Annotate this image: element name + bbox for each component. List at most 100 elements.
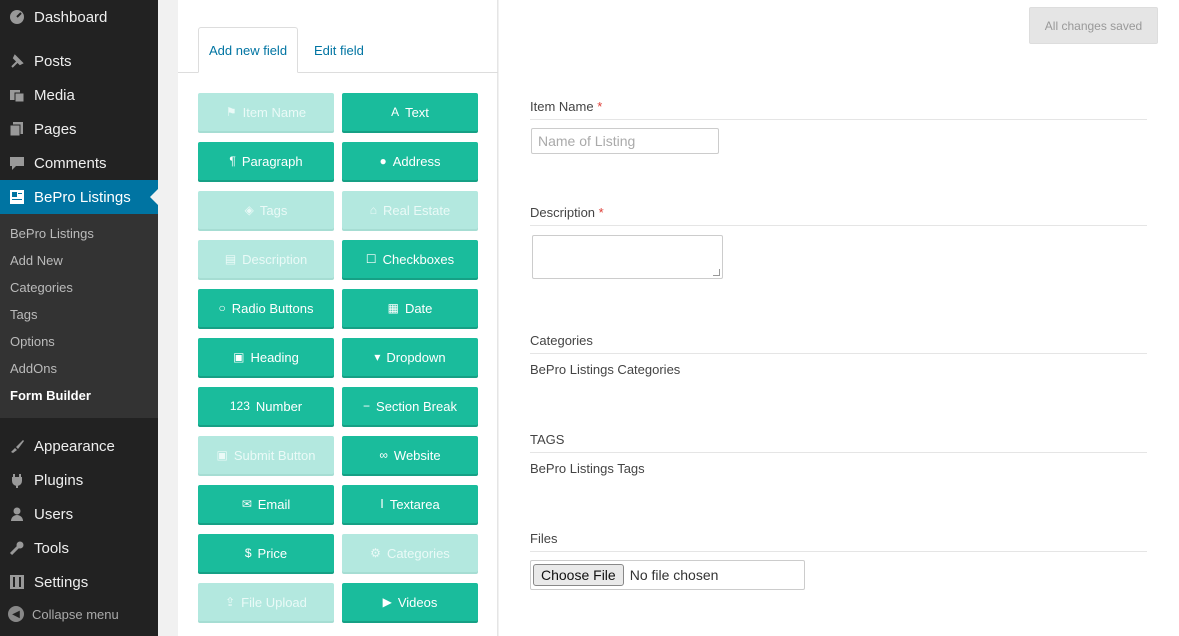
font-icon: A bbox=[391, 105, 400, 119]
field-button-radio-buttons[interactable]: ○ Radio Buttons bbox=[198, 289, 334, 327]
map-marker-icon: ● bbox=[379, 154, 387, 168]
description-textarea[interactable] bbox=[532, 235, 723, 279]
menu-users[interactable]: Users bbox=[0, 497, 158, 531]
collapse-menu[interactable]: ◀ Collapse menu bbox=[8, 606, 119, 622]
menu-media[interactable]: Media bbox=[0, 78, 158, 112]
categories-label: Categories bbox=[530, 333, 593, 348]
submenu-bepro-listings[interactable]: BePro Listings bbox=[10, 226, 94, 241]
book-icon: ▤ bbox=[224, 252, 237, 266]
envelope-icon: ✉ bbox=[241, 497, 252, 511]
submenu-addons[interactable]: AddOns bbox=[10, 361, 57, 376]
dollar-icon: $ bbox=[244, 546, 252, 560]
choose-file-button[interactable]: Choose File bbox=[533, 564, 624, 586]
field-button-submit-button[interactable]: ▣ Submit Button bbox=[198, 436, 334, 474]
media-icon bbox=[8, 86, 26, 104]
no-file-text: No file chosen bbox=[629, 567, 719, 583]
settings-icon bbox=[8, 573, 26, 591]
menu-label: Plugins bbox=[34, 471, 84, 489]
tab-edit-field[interactable]: Edit field bbox=[304, 27, 374, 73]
save-icon: ▣ bbox=[216, 448, 228, 462]
item-name-label-text: Item Name bbox=[530, 99, 594, 114]
submenu-form-builder[interactable]: Form Builder bbox=[10, 388, 91, 403]
field-button-section-break[interactable]: − Section Break bbox=[342, 387, 478, 425]
item-name-placeholder: Name of Listing bbox=[538, 133, 636, 149]
item-name-input[interactable]: Name of Listing bbox=[531, 128, 719, 154]
file-input: Choose File No file chosen bbox=[530, 560, 805, 590]
submenu-options[interactable]: Options bbox=[10, 334, 55, 349]
dashboard-icon bbox=[8, 8, 26, 26]
field-button-label: Real Estate bbox=[383, 202, 451, 218]
field-button-label: Textarea bbox=[389, 496, 440, 512]
submenu-tags[interactable]: Tags bbox=[10, 307, 37, 322]
menu-label: Posts bbox=[34, 52, 72, 70]
menu-plugins[interactable]: Plugins bbox=[0, 463, 158, 497]
menu-label: Pages bbox=[34, 120, 77, 138]
field-button-file-upload[interactable]: ⇪ File Upload bbox=[198, 583, 334, 621]
field-button-heading[interactable]: ▣ Heading bbox=[198, 338, 334, 376]
field-button-dropdown[interactable]: ▾ Dropdown bbox=[342, 338, 478, 376]
wrench-icon bbox=[8, 539, 26, 557]
checkbox-icon: ☐ bbox=[365, 252, 377, 266]
field-button-textarea[interactable]: Ⅰ Textarea bbox=[342, 485, 478, 523]
field-button-checkboxes[interactable]: ☐ Checkboxes bbox=[342, 240, 478, 278]
field-button-categories[interactable]: ⚙ Categories bbox=[342, 534, 478, 572]
menu-label: Dashboard bbox=[34, 8, 108, 26]
tab-add-new-field[interactable]: Add new field bbox=[198, 27, 299, 73]
field-button-label: Paragraph bbox=[241, 153, 303, 169]
field-button-date[interactable]: ▦ Date bbox=[342, 289, 478, 327]
field-button-label: File Upload bbox=[241, 594, 307, 610]
field-button-label: Website bbox=[393, 447, 441, 463]
user-icon bbox=[8, 505, 26, 523]
required-mark: * bbox=[597, 99, 603, 114]
field-button-real-estate[interactable]: ⌂ Real Estate bbox=[342, 191, 478, 229]
radio-icon: ○ bbox=[218, 301, 226, 315]
files-label: Files bbox=[530, 531, 558, 546]
submenu-add-new[interactable]: Add New bbox=[10, 253, 63, 268]
field-button-paragraph[interactable]: ¶ Paragraph bbox=[198, 142, 334, 180]
upload-icon: ⇪ bbox=[225, 595, 236, 609]
field-button-label: Price bbox=[257, 545, 288, 561]
submenu-categories[interactable]: Categories bbox=[10, 280, 73, 295]
text-height-icon: Ⅰ bbox=[380, 497, 384, 511]
field-button-label: Item Name bbox=[242, 104, 307, 120]
field-button-address[interactable]: ● Address bbox=[342, 142, 478, 180]
field-button-videos[interactable]: ▶ Videos bbox=[342, 583, 478, 621]
description-label: Description * bbox=[530, 205, 604, 220]
form-preview: All changes saved Item Name * Name of Li… bbox=[499, 0, 1179, 636]
caret-down-icon: ▾ bbox=[374, 350, 381, 364]
field-button-label: Checkboxes bbox=[382, 251, 455, 267]
menu-label: BePro Listings bbox=[34, 188, 131, 206]
menu-dashboard[interactable]: Dashboard bbox=[0, 0, 158, 34]
menu-bepro-listings[interactable]: BePro Listings bbox=[0, 180, 158, 214]
field-button-text[interactable]: A Text bbox=[342, 93, 478, 131]
field-button-email[interactable]: ✉ Email bbox=[198, 485, 334, 523]
menu-label: Comments bbox=[34, 154, 107, 172]
field-button-label: Email bbox=[257, 496, 291, 512]
menu-comments[interactable]: Comments bbox=[0, 146, 158, 180]
description-label-text: Description bbox=[530, 205, 596, 220]
field-button-price[interactable]: $ Price bbox=[198, 534, 334, 572]
field-button-website[interactable]: ∞ Website bbox=[342, 436, 478, 474]
menu-appearance[interactable]: Appearance bbox=[0, 429, 158, 463]
calendar-icon: ▦ bbox=[387, 301, 399, 315]
admin-sidebar: Dashboard Posts Media Pages Comments BeP… bbox=[0, 0, 158, 636]
field-button-number[interactable]: 123 Number bbox=[198, 387, 334, 425]
number-icon: 123 bbox=[229, 399, 250, 413]
minus-icon: − bbox=[363, 399, 371, 413]
menu-label: Settings bbox=[34, 573, 89, 591]
plugin-icon bbox=[8, 471, 26, 489]
listings-submenu: BePro Listings Add New Categories Tags O… bbox=[0, 214, 158, 418]
menu-label: Media bbox=[34, 86, 75, 104]
menu-settings[interactable]: Settings bbox=[0, 565, 158, 599]
field-button-description[interactable]: ▤ Description bbox=[198, 240, 334, 278]
menu-posts[interactable]: Posts bbox=[0, 44, 158, 78]
menu-pages[interactable]: Pages bbox=[0, 112, 158, 146]
field-button-label: Submit Button bbox=[233, 447, 316, 463]
save-status-button[interactable]: All changes saved bbox=[1029, 7, 1158, 44]
field-button-tags[interactable]: ◈ Tags bbox=[198, 191, 334, 229]
menu-label: Tools bbox=[34, 539, 70, 557]
field-button-item-name[interactable]: ⚑ Item Name bbox=[198, 93, 334, 131]
collapse-icon: ◀ bbox=[8, 606, 24, 622]
comment-icon bbox=[8, 154, 26, 172]
menu-tools[interactable]: Tools bbox=[0, 531, 158, 565]
